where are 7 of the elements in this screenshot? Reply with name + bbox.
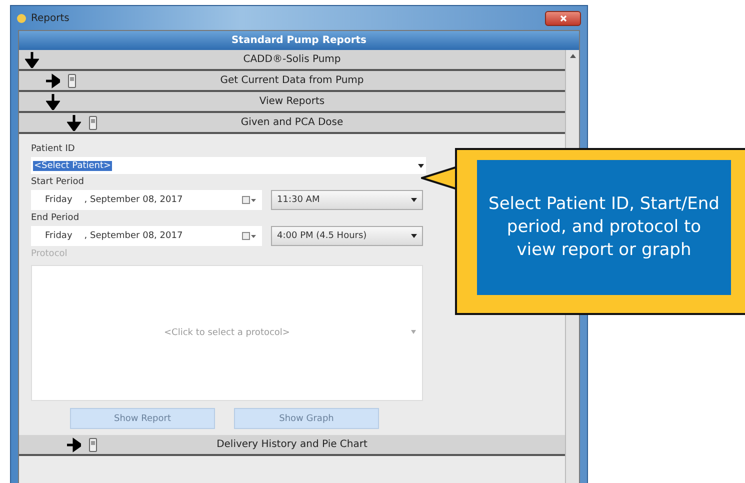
window-title: Reports (31, 12, 70, 24)
field-label: Patient ID (31, 144, 76, 154)
field-label: Protocol (31, 249, 68, 259)
callout-text: Select Patient ID, Start/End period, and protocol to view report or graph (488, 193, 720, 262)
field-label: Start Period (31, 177, 85, 187)
field-label: End Period (31, 213, 80, 223)
panel-header: Standard Pump Reports (19, 31, 579, 50)
